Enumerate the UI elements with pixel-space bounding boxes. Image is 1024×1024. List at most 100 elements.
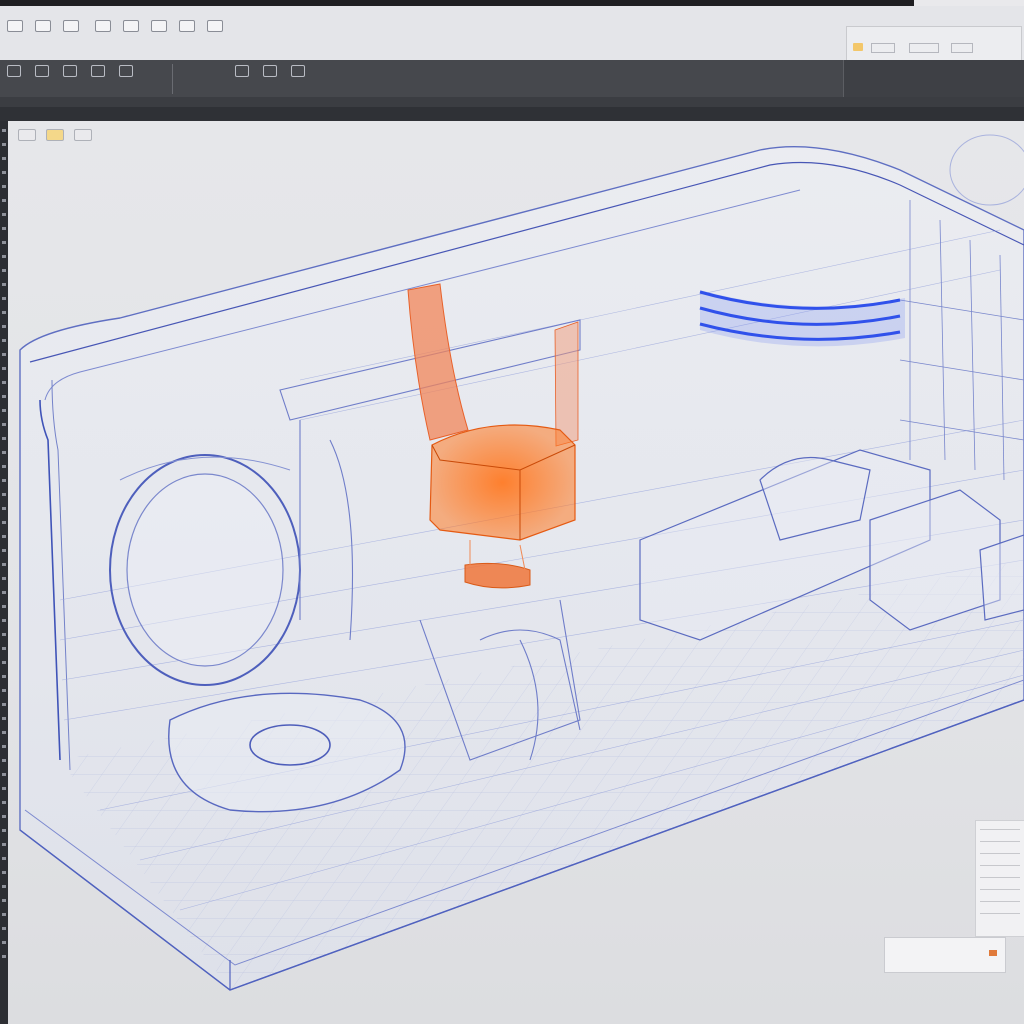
tool-strip-mark [2, 563, 6, 566]
save-icon [63, 20, 79, 32]
assembly-icon [235, 65, 249, 77]
quick-right-field-2[interactable] [909, 43, 939, 53]
measure-icon [179, 20, 195, 32]
settings-icon [207, 20, 223, 32]
tool-strip-mark [2, 521, 6, 524]
extrude-icon [35, 65, 49, 77]
ribbon-button-6[interactable] [232, 65, 252, 93]
tool-strip-mark [2, 507, 6, 510]
tool-strip-mark [2, 899, 6, 902]
tool-strip-mark [2, 605, 6, 608]
tool-strip-mark [2, 241, 6, 244]
ribbon-right-panel [843, 60, 1024, 97]
tool-strip-mark [2, 745, 6, 748]
tool-strip-mark [2, 913, 6, 916]
tool-strip-mark [2, 199, 6, 202]
quick-access-toolbar [0, 6, 1024, 62]
wireframe-model[interactable] [8, 121, 1024, 1024]
ribbon-button-8[interactable] [288, 65, 308, 93]
tool-strip-mark [2, 633, 6, 636]
quick-group-1 [4, 20, 82, 52]
tool-strip-mark [2, 619, 6, 622]
front-port-inner [126, 473, 284, 667]
tool-strip-mark [2, 185, 6, 188]
quick-button-7[interactable] [176, 20, 198, 50]
quick-button-5[interactable] [120, 20, 142, 50]
tool-strip-mark [2, 283, 6, 286]
tool-strip-mark [2, 759, 6, 762]
tool-strip-mark [2, 367, 6, 370]
left-tool-strip[interactable] [0, 121, 8, 1024]
tool-strip-mark [2, 437, 6, 440]
quick-button-6[interactable] [148, 20, 170, 50]
tool-strip-mark [2, 157, 6, 160]
highlight-icon[interactable] [853, 43, 863, 51]
quick-right-panel [846, 26, 1022, 62]
secondary-status-row [0, 107, 1024, 121]
tool-strip-mark [2, 423, 6, 426]
tool-strip-mark [2, 311, 6, 314]
tool-strip-mark [2, 479, 6, 482]
tool-strip-mark [2, 451, 6, 454]
tool-strip-mark [2, 171, 6, 174]
tool-strip-mark [2, 591, 6, 594]
tool-strip-mark [2, 395, 6, 398]
ribbon-button-5[interactable] [116, 65, 136, 93]
tool-strip-mark [2, 829, 6, 832]
ribbon-button-2[interactable] [32, 65, 52, 93]
tool-strip-mark [2, 773, 6, 776]
ribbon-tabs [0, 97, 1024, 107]
ribbon [0, 60, 1024, 97]
ribbon-separator [172, 64, 173, 94]
tool-strip-mark [2, 731, 6, 734]
tool-strip-mark [2, 661, 6, 664]
ribbon-group-2 [232, 63, 308, 95]
tool-strip-mark [2, 703, 6, 706]
quick-button-8[interactable] [204, 20, 226, 50]
quick-button-3[interactable] [60, 20, 82, 50]
tool-strip-mark [2, 927, 6, 930]
tool-strip-mark [2, 689, 6, 692]
tool-strip-mark [2, 269, 6, 272]
tool-strip-mark [2, 787, 6, 790]
tool-strip-mark [2, 815, 6, 818]
hole-icon [91, 65, 105, 77]
fillet-icon [119, 65, 133, 77]
tool-strip-mark [2, 843, 6, 846]
ribbon-button-3[interactable] [60, 65, 80, 93]
color-tag-icon [989, 950, 997, 956]
properties-panel[interactable] [975, 820, 1024, 937]
ribbon-button-1[interactable] [4, 65, 24, 93]
tool-strip-mark [2, 227, 6, 230]
quick-button-1[interactable] [4, 20, 26, 50]
undo-icon [95, 20, 111, 32]
tool-strip-mark [2, 465, 6, 468]
tool-strip-mark [2, 941, 6, 944]
quick-button-4[interactable] [92, 20, 114, 50]
3d-viewport[interactable] [8, 121, 1024, 1024]
redo-icon [123, 20, 139, 32]
sketch-icon [7, 65, 21, 77]
ribbon-button-7[interactable] [260, 65, 280, 93]
orange-strap-right [554, 321, 579, 447]
tool-strip-mark [2, 213, 6, 216]
ribbon-button-4[interactable] [88, 65, 108, 93]
folder-icon [35, 20, 51, 32]
print-icon [151, 20, 167, 32]
tool-strip-mark [2, 353, 6, 356]
tool-strip-mark [2, 885, 6, 888]
quick-right-field-3[interactable] [951, 43, 973, 53]
tool-strip-mark [2, 325, 6, 328]
tool-strip-mark [2, 143, 6, 146]
quick-button-2[interactable] [32, 20, 54, 50]
background-circle [949, 134, 1024, 206]
quick-right-field[interactable] [871, 43, 895, 53]
tool-strip-mark [2, 535, 6, 538]
tool-strip-mark [2, 717, 6, 720]
tool-strip-mark [2, 871, 6, 874]
quick-group-2 [92, 20, 226, 52]
bottom-info-box[interactable] [884, 937, 1006, 973]
tool-strip-mark [2, 857, 6, 860]
tool-strip-mark [2, 339, 6, 342]
tool-strip-mark [2, 493, 6, 496]
